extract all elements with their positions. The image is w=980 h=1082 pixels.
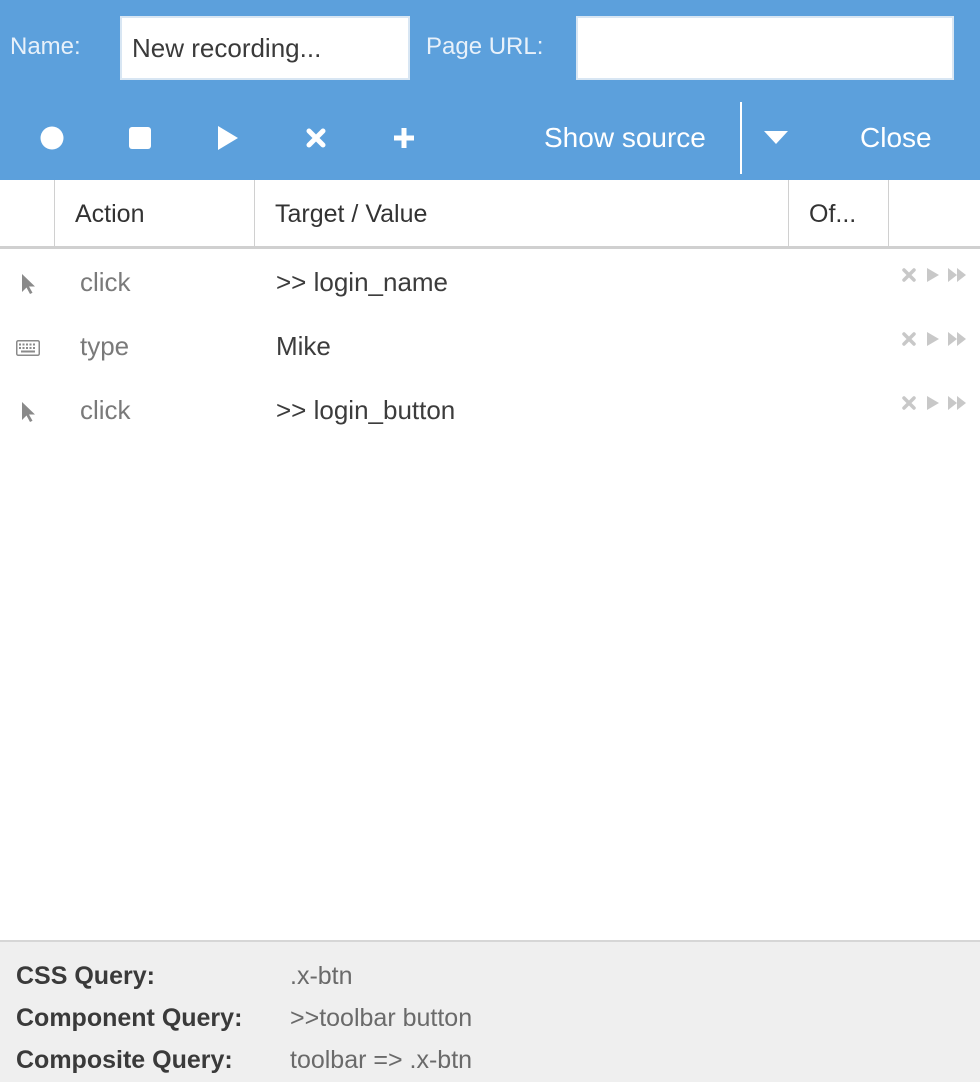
delete-icon[interactable] bbox=[898, 328, 920, 350]
plus-icon bbox=[394, 128, 414, 148]
play-from-here-icon[interactable] bbox=[946, 328, 968, 350]
show-source-button[interactable]: Show source bbox=[544, 108, 706, 168]
step-value: Mike bbox=[276, 331, 331, 361]
table-row[interactable]: click >> login_name bbox=[0, 250, 980, 314]
toolbar-separator bbox=[740, 102, 742, 174]
more-options-dropdown[interactable] bbox=[746, 108, 806, 168]
caret-down-icon bbox=[764, 131, 788, 144]
play-from-here-icon[interactable] bbox=[946, 392, 968, 414]
page-url-label: Page URL: bbox=[426, 33, 544, 60]
play-from-here-icon[interactable] bbox=[946, 264, 968, 286]
delete-icon[interactable] bbox=[898, 264, 920, 286]
component-query-value[interactable]: >>toolbar button bbox=[290, 1004, 472, 1033]
column-header-target-value[interactable]: Target / Value bbox=[254, 180, 790, 246]
play-triangle-icon bbox=[218, 126, 238, 150]
stop-button[interactable] bbox=[110, 108, 170, 168]
delete-icon[interactable] bbox=[898, 392, 920, 414]
add-step-button[interactable] bbox=[374, 108, 434, 168]
steps-grid-header: Action Target / Value Of... bbox=[0, 180, 980, 249]
step-action: click bbox=[80, 267, 131, 297]
row-tools bbox=[898, 328, 968, 350]
component-query-label: Component Query: bbox=[16, 1004, 243, 1032]
column-header-offset[interactable]: Of... bbox=[788, 180, 890, 246]
record-button[interactable] bbox=[22, 108, 82, 168]
name-label: Name: bbox=[10, 33, 81, 60]
query-info-footer: CSS Query: .x-btn Component Query: >>too… bbox=[0, 940, 980, 1082]
column-header-tools bbox=[888, 180, 980, 246]
row-tools bbox=[898, 264, 968, 286]
step-action: type bbox=[80, 331, 130, 361]
close-button[interactable]: Close bbox=[860, 108, 932, 168]
clear-button[interactable] bbox=[286, 108, 346, 168]
composite-query-label: Composite Query: bbox=[16, 1046, 233, 1074]
close-x-icon bbox=[306, 128, 326, 148]
play-step-icon[interactable] bbox=[922, 264, 944, 286]
column-header-action[interactable]: Action bbox=[54, 180, 256, 246]
play-step-icon[interactable] bbox=[922, 328, 944, 350]
record-circle-icon bbox=[40, 126, 64, 150]
step-action: click bbox=[80, 395, 131, 425]
play-button[interactable] bbox=[198, 108, 258, 168]
keyboard-icon bbox=[14, 334, 42, 362]
table-row[interactable]: click >> login_button bbox=[0, 378, 980, 442]
step-target: >> login_button bbox=[276, 395, 456, 425]
css-query-value[interactable]: .x-btn bbox=[290, 962, 353, 991]
pointer-icon bbox=[14, 398, 42, 426]
page-url-input[interactable] bbox=[576, 16, 954, 80]
composite-query-value[interactable]: toolbar => .x-btn bbox=[290, 1046, 472, 1075]
row-tools bbox=[898, 392, 968, 414]
table-row[interactable]: type Mike bbox=[0, 314, 980, 378]
css-query-label: CSS Query: bbox=[16, 962, 155, 990]
pointer-icon bbox=[14, 270, 42, 298]
step-target: >> login_name bbox=[276, 267, 449, 297]
stop-square-icon bbox=[129, 127, 151, 149]
recorder-header: Name: Page URL: bbox=[0, 0, 980, 180]
recording-name-input[interactable] bbox=[120, 16, 410, 80]
play-step-icon[interactable] bbox=[922, 392, 944, 414]
recorder-panel: Name: Page URL: bbox=[0, 0, 980, 1082]
